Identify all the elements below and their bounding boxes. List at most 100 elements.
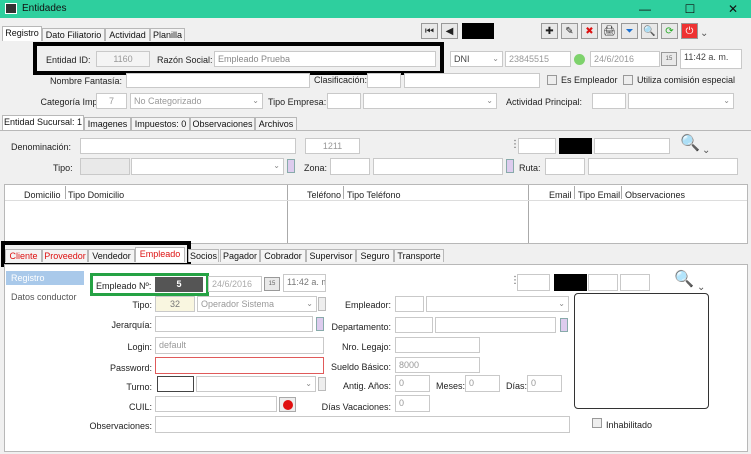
empleador-select[interactable]: ⌄ <box>426 296 569 312</box>
tab-archivos[interactable]: Archivos <box>255 117 297 130</box>
cuil-validate-button[interactable] <box>279 397 296 412</box>
time-field[interactable]: 11:42 a. m. <box>680 49 742 69</box>
tab-registro[interactable]: Registro <box>2 26 42 41</box>
tab-proveedor[interactable]: Proveedor <box>42 249 88 262</box>
tab-supervisor[interactable]: Supervisor <box>306 249 356 262</box>
password-field[interactable] <box>155 357 324 374</box>
tab-socios[interactable]: Socios <box>188 249 219 262</box>
dias-vacaciones-field[interactable]: 0 <box>395 395 430 412</box>
nro-legajo-field[interactable] <box>395 337 480 353</box>
sueldo-basico-field[interactable]: 8000 <box>395 357 480 373</box>
refresh-icon[interactable]: ⟳ <box>661 23 678 39</box>
minimize-button[interactable]: — <box>630 0 660 18</box>
tab-transporte[interactable]: Transporte <box>394 249 444 262</box>
clasificacion-code-field[interactable] <box>367 73 401 88</box>
filter-icon[interactable]: ⏷ <box>621 23 638 39</box>
tipo-empresa-code-field[interactable] <box>327 93 361 109</box>
zona-code-field[interactable] <box>330 158 370 175</box>
doc-type-select[interactable]: DNI ⌄ <box>450 51 503 67</box>
grid-col-domicilio[interactable]: Domicilio <box>24 190 61 200</box>
departamento-code-field[interactable] <box>395 317 433 333</box>
doc-number-field[interactable]: 23845515 <box>505 51 571 67</box>
clasificacion-field[interactable] <box>404 73 540 88</box>
cuil-field[interactable] <box>155 396 277 412</box>
side-nav-datos-conductor[interactable]: Datos conductor <box>11 292 77 302</box>
empleador-code-field[interactable] <box>395 296 424 312</box>
magnifier-icon[interactable]: 🔍 <box>673 271 695 291</box>
list-icon[interactable] <box>506 159 514 173</box>
tab-entidad-sucursal[interactable]: Entidad Sucursal: 1 <box>2 115 84 130</box>
antig-anios-field[interactable]: 0 <box>395 375 430 392</box>
dias-field[interactable]: 0 <box>527 375 562 392</box>
grid-col-email[interactable]: Email <box>549 190 572 200</box>
tab-empleado[interactable]: Empleado <box>135 247 185 262</box>
empleado-aux-field-2[interactable] <box>588 274 618 291</box>
calendar-icon[interactable]: 15 <box>661 52 677 66</box>
chevron-down-icon[interactable]: ⌄ <box>700 28 708 39</box>
tab-impuestos[interactable]: Impuestos: 0 <box>131 117 190 130</box>
tipo-empleado-code-field[interactable]: 32 <box>155 296 195 312</box>
actividad-select[interactable]: ⌄ <box>628 93 734 109</box>
first-record-icon[interactable]: ⏮ <box>421 23 438 39</box>
jerarquia-field[interactable] <box>155 316 313 332</box>
turno-code-field[interactable] <box>157 376 194 392</box>
empleado-date-field[interactable]: 24/6/2016 <box>208 276 262 292</box>
empleado-aux-field-3[interactable] <box>620 274 650 291</box>
chevron-down-icon[interactable]: ⌄ <box>702 145 710 156</box>
observaciones-field[interactable] <box>155 416 570 433</box>
tab-planilla[interactable]: Planilla <box>150 28 185 41</box>
tipo-empresa-select[interactable]: ⌄ <box>363 93 497 109</box>
grid-col-tipo-email[interactable]: Tipo Email <box>578 190 620 200</box>
power-icon[interactable]: ⏻ <box>681 23 698 39</box>
tab-seguro[interactable]: Seguro <box>356 249 394 262</box>
grid-col-tipo-domicilio[interactable]: Tipo Domicilio <box>68 190 124 200</box>
prev-record-icon[interactable]: ◀ <box>441 23 458 39</box>
tipo-select[interactable]: ⌄ <box>131 158 284 175</box>
categoria-code-field[interactable]: 7 <box>96 93 127 109</box>
chevron-down-icon[interactable]: ⌄ <box>697 282 705 293</box>
empleado-aux-field-1[interactable] <box>517 274 550 291</box>
magnifier-icon[interactable]: 🔍 <box>679 135 701 155</box>
empleado-time-field[interactable]: 11:42 a. m. <box>283 274 326 292</box>
es-empleador-checkbox[interactable] <box>547 75 557 85</box>
inhabilitado-checkbox[interactable] <box>592 418 602 428</box>
turno-select[interactable]: ⌄ <box>196 376 316 392</box>
meses-field[interactable]: 0 <box>465 375 500 392</box>
edit-icon[interactable]: ✎ <box>561 23 578 39</box>
ruta-field[interactable] <box>588 158 738 175</box>
print-icon[interactable]: 🖨 <box>601 23 618 39</box>
departamento-field[interactable] <box>435 317 556 333</box>
tab-dato-filiatorio[interactable]: Dato Filiatorio <box>42 28 105 41</box>
tab-actividad[interactable]: Actividad <box>105 28 150 41</box>
date-field[interactable]: 24/6/2016 <box>590 51 660 67</box>
close-button[interactable]: ✕ <box>718 0 748 18</box>
sucursal-aux-field-2[interactable] <box>594 138 670 154</box>
grid-col-tipo-telefono[interactable]: Tipo Teléfono <box>347 190 401 200</box>
side-nav-registro[interactable]: Registro <box>6 271 84 285</box>
tipo-empleado-select[interactable]: Operador Sistema ⌄ <box>197 296 317 312</box>
list-icon[interactable] <box>287 159 295 173</box>
tab-imagenes[interactable]: Imagenes <box>84 117 131 130</box>
list-icon[interactable] <box>560 318 568 332</box>
tab-pagador[interactable]: Pagador <box>220 249 260 262</box>
maximize-button[interactable]: ☐ <box>675 0 705 18</box>
tab-cliente[interactable]: Cliente <box>5 249 42 262</box>
utiliza-comision-checkbox[interactable] <box>623 75 633 85</box>
entidad-id-field[interactable]: 1160 <box>96 51 150 67</box>
tab-vendedor[interactable]: Vendedor <box>88 249 135 262</box>
tipo-code-field[interactable] <box>80 158 130 175</box>
ruta-code-field[interactable] <box>545 158 585 175</box>
new-icon[interactable]: ✚ <box>541 23 558 39</box>
categoria-select[interactable]: No Categorizado ⌄ <box>130 93 263 109</box>
photo-frame[interactable] <box>574 293 709 409</box>
sucursal-code-field[interactable]: 1211 <box>305 138 360 154</box>
delete-icon[interactable]: ✖ <box>581 23 598 39</box>
sucursal-aux-field-1[interactable] <box>518 138 556 154</box>
tab-cobrador[interactable]: Cobrador <box>260 249 306 262</box>
actividad-code-field[interactable] <box>592 93 626 109</box>
grid-col-telefono[interactable]: Teléfono <box>307 190 341 200</box>
calendar-icon[interactable]: 15 <box>264 277 280 291</box>
razon-social-field[interactable]: Empleado Prueba <box>214 51 436 67</box>
nombre-fantasia-field[interactable] <box>126 73 310 88</box>
grid-col-observaciones[interactable]: Observaciones <box>625 190 685 200</box>
